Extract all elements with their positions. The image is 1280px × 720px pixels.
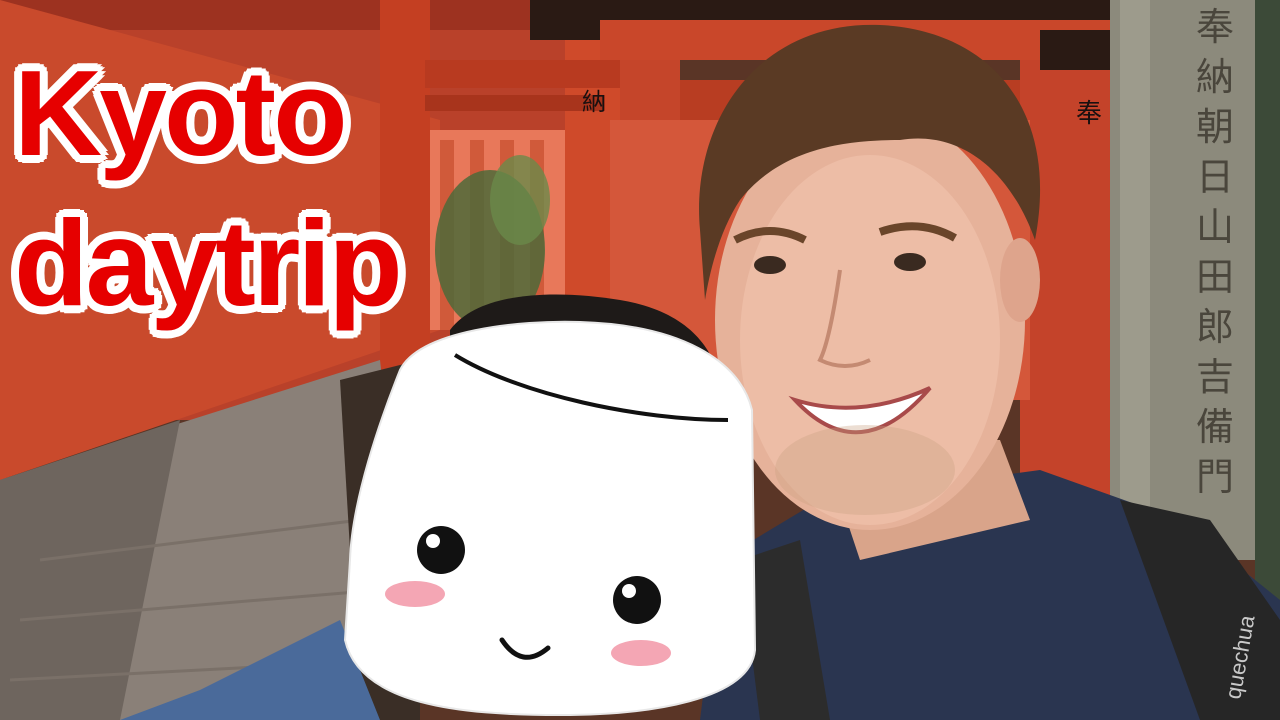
thumbnail-title: Kyoto daytrip [14, 38, 403, 338]
marshmallow-body [343, 320, 757, 717]
marshmallow-left-blush [385, 581, 445, 607]
marshmallow-left-eye [417, 526, 465, 574]
gate-sign-right: 奉 [1076, 99, 1102, 129]
title-line-daytrip: daytrip [14, 195, 403, 331]
thumbnail-scene: 納 奉 奉 納 朝 日 山 田 郎 吉 備 門 quechua Kyoto da… [0, 0, 1280, 720]
marshmallow-sticker [343, 320, 757, 717]
marshmallow-right-blush [611, 640, 671, 666]
marshmallow-right-eye [613, 576, 661, 624]
gate-sign-left: 納 [582, 88, 606, 116]
title-line-kyoto: Kyoto [14, 45, 348, 181]
